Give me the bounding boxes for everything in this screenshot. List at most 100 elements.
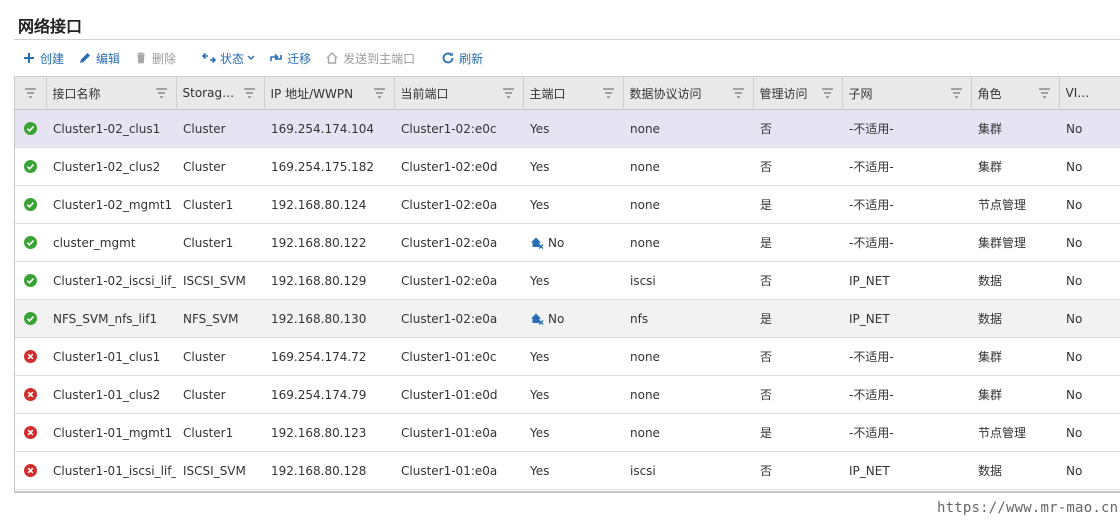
home-port-text: Yes	[530, 349, 550, 364]
ip-address-text: 169.254.174.104	[271, 121, 375, 136]
column-header-storage-vm[interactable]: Storage V...	[176, 76, 265, 110]
column-header-name[interactable]: 接口名称	[46, 76, 177, 110]
interface-name-text: Cluster1-01_iscsi_lif_1	[53, 463, 176, 478]
interface-name-text: Cluster1-02_clus1	[53, 121, 161, 136]
current-port-cell: Cluster1-02:e0a	[394, 299, 523, 338]
filter-icon[interactable]	[821, 88, 834, 98]
mgmt-access-cell: 否	[753, 261, 842, 300]
role-text: 集群	[978, 350, 1003, 364]
edit-button[interactable]: 编辑	[78, 46, 120, 70]
data-protocol-cell: none	[623, 413, 753, 452]
mgmt-access-cell: 否	[753, 451, 842, 490]
table-row[interactable]: Cluster1-01_iscsi_lif_1 ISCSI_SVM 192.168.…	[15, 451, 1120, 490]
interface-name-cell: Cluster1-01_clus2	[46, 375, 176, 414]
table-row[interactable]: Cluster1-02_clus1 Cluster 169.254.174.104 C…	[15, 109, 1120, 148]
column-header-data-protocol[interactable]: 数据协议访问	[623, 76, 754, 110]
interfaces-grid: 接口名称 Storage V... IP 地址/WWPN 当前端口 主端口 数据…	[14, 76, 1120, 493]
data-protocol-text: none	[630, 121, 660, 136]
status-offline-icon	[24, 464, 37, 477]
filter-icon[interactable]	[243, 88, 256, 98]
send-home-button[interactable]: 发送到主端口	[325, 46, 415, 70]
column-header-role[interactable]: 角色	[971, 76, 1060, 110]
subnet-cell: -不适用-	[842, 337, 971, 376]
table-row[interactable]: Cluster1-01_mgmt1 Cluster1 192.168.80.123 C…	[15, 413, 1120, 452]
data-protocol-cell: iscsi	[623, 451, 753, 490]
role-cell: 节点管理	[971, 413, 1059, 452]
ip-address-cell: 192.168.80.122	[264, 223, 394, 262]
table-row[interactable]: Cluster1-01_clus1 Cluster 169.254.174.72 Cl…	[15, 337, 1120, 376]
current-port-cell: Cluster1-02:e0a	[394, 185, 523, 224]
vip-lif-cell: No	[1059, 109, 1120, 148]
subnet-cell: -不适用-	[842, 185, 971, 224]
column-header-subnet[interactable]: 子网	[842, 76, 972, 110]
current-port-cell: Cluster1-02:e0a	[394, 223, 523, 262]
filter-icon[interactable]	[602, 88, 615, 98]
status-online-icon	[24, 122, 37, 135]
ip-address-cell: 169.254.175.182	[264, 147, 394, 186]
ip-address-cell: 192.168.80.124	[264, 185, 394, 224]
mgmt-access-cell: 是	[753, 299, 842, 338]
table-row[interactable]: Cluster1-02_clus2 Cluster 169.254.175.182 C…	[15, 147, 1120, 186]
subnet-text: -不适用-	[849, 122, 894, 136]
ip-address-text: 169.254.174.79	[271, 387, 367, 402]
create-button[interactable]: 创建	[22, 46, 64, 70]
table-row[interactable]: Cluster1-01_clus2 Cluster 169.254.174.79 Cl…	[15, 375, 1120, 414]
column-header-home-port[interactable]: 主端口	[523, 76, 624, 110]
storage-vm-text: ISCSI_SVM	[183, 273, 246, 288]
delete-button[interactable]: 删除	[134, 46, 176, 70]
role-cell: 集群	[971, 337, 1059, 376]
storage-vm-cell: Cluster1	[176, 185, 264, 224]
column-header-vip-lif[interactable]: VIP LIF	[1059, 76, 1120, 110]
filter-icon[interactable]	[373, 88, 386, 98]
home-port-text: Yes	[530, 159, 550, 174]
filter-icon[interactable]	[1038, 88, 1051, 98]
table-row[interactable]: Cluster1-02_mgmt1 Cluster1 192.168.80.124 C…	[15, 185, 1120, 224]
role-text: 数据	[978, 312, 1003, 326]
role-cell: 集群	[971, 375, 1059, 414]
vip-lif-cell: No	[1059, 261, 1120, 300]
column-header-status[interactable]	[15, 76, 47, 110]
filter-icon[interactable]	[502, 88, 515, 98]
column-header-ip[interactable]: IP 地址/WWPN	[264, 76, 395, 110]
table-row[interactable]: Cluster1-02_iscsi_lif_1 ISCSI_SVM 192.168.…	[15, 261, 1120, 300]
mgmt-access-text: 否	[760, 388, 773, 402]
storage-vm-cell: Cluster	[176, 109, 264, 148]
ip-address-text: 192.168.80.129	[271, 273, 367, 288]
migrate-button[interactable]: 迁移	[269, 46, 311, 70]
status-offline-icon	[24, 426, 37, 439]
status-cell	[15, 413, 46, 452]
mgmt-access-cell: 是	[753, 223, 842, 262]
table-header-row: 接口名称 Storage V... IP 地址/WWPN 当前端口 主端口 数据…	[15, 76, 1120, 110]
refresh-button[interactable]: 刷新	[441, 46, 483, 70]
table-row[interactable]: cluster_mgmt Cluster1 192.168.80.122 Cluste…	[15, 223, 1120, 262]
storage-vm-text: Cluster	[183, 121, 226, 136]
filter-icon[interactable]	[155, 88, 168, 98]
current-port-cell: Cluster1-01:e0c	[394, 337, 523, 376]
current-port-text: Cluster1-02:e0a	[401, 311, 498, 326]
status-cell	[15, 375, 46, 414]
interface-name-cell: Cluster1-01_mgmt1	[46, 413, 176, 452]
storage-vm-text: Cluster	[183, 387, 226, 402]
status-online-icon	[24, 236, 37, 249]
subnet-cell: IP_NET	[842, 451, 971, 490]
column-header-mgmt-access[interactable]: 管理访问	[753, 76, 843, 110]
interfaces-table: 接口名称 Storage V... IP 地址/WWPN 当前端口 主端口 数据…	[15, 76, 1120, 490]
interface-name-text: Cluster1-01_mgmt1	[53, 425, 173, 440]
table-body: Cluster1-02_clus1 Cluster 169.254.174.104 C…	[15, 109, 1120, 490]
status-dropdown-button[interactable]: 状态	[202, 46, 255, 70]
vip-lif-text: No	[1066, 387, 1083, 402]
status-cell	[15, 299, 46, 338]
data-protocol-text: iscsi	[630, 273, 656, 288]
interface-name-text: cluster_mgmt	[53, 235, 136, 250]
home-port-text: Yes	[530, 121, 550, 136]
filter-icon[interactable]	[950, 88, 963, 98]
column-header-current-port[interactable]: 当前端口	[394, 76, 524, 110]
filter-icon[interactable]	[24, 88, 37, 98]
interface-name-cell: Cluster1-01_clus1	[46, 337, 176, 376]
current-port-text: Cluster1-02:e0a	[401, 197, 498, 212]
filter-icon[interactable]	[732, 88, 745, 98]
subnet-text: IP_NET	[849, 463, 890, 478]
table-row[interactable]: NFS_SVM_nfs_lif1 NFS_SVM 192.168.80.130 Clu…	[15, 299, 1120, 338]
home-port-text: Yes	[530, 273, 550, 288]
subnet-cell: -不适用-	[842, 413, 971, 452]
